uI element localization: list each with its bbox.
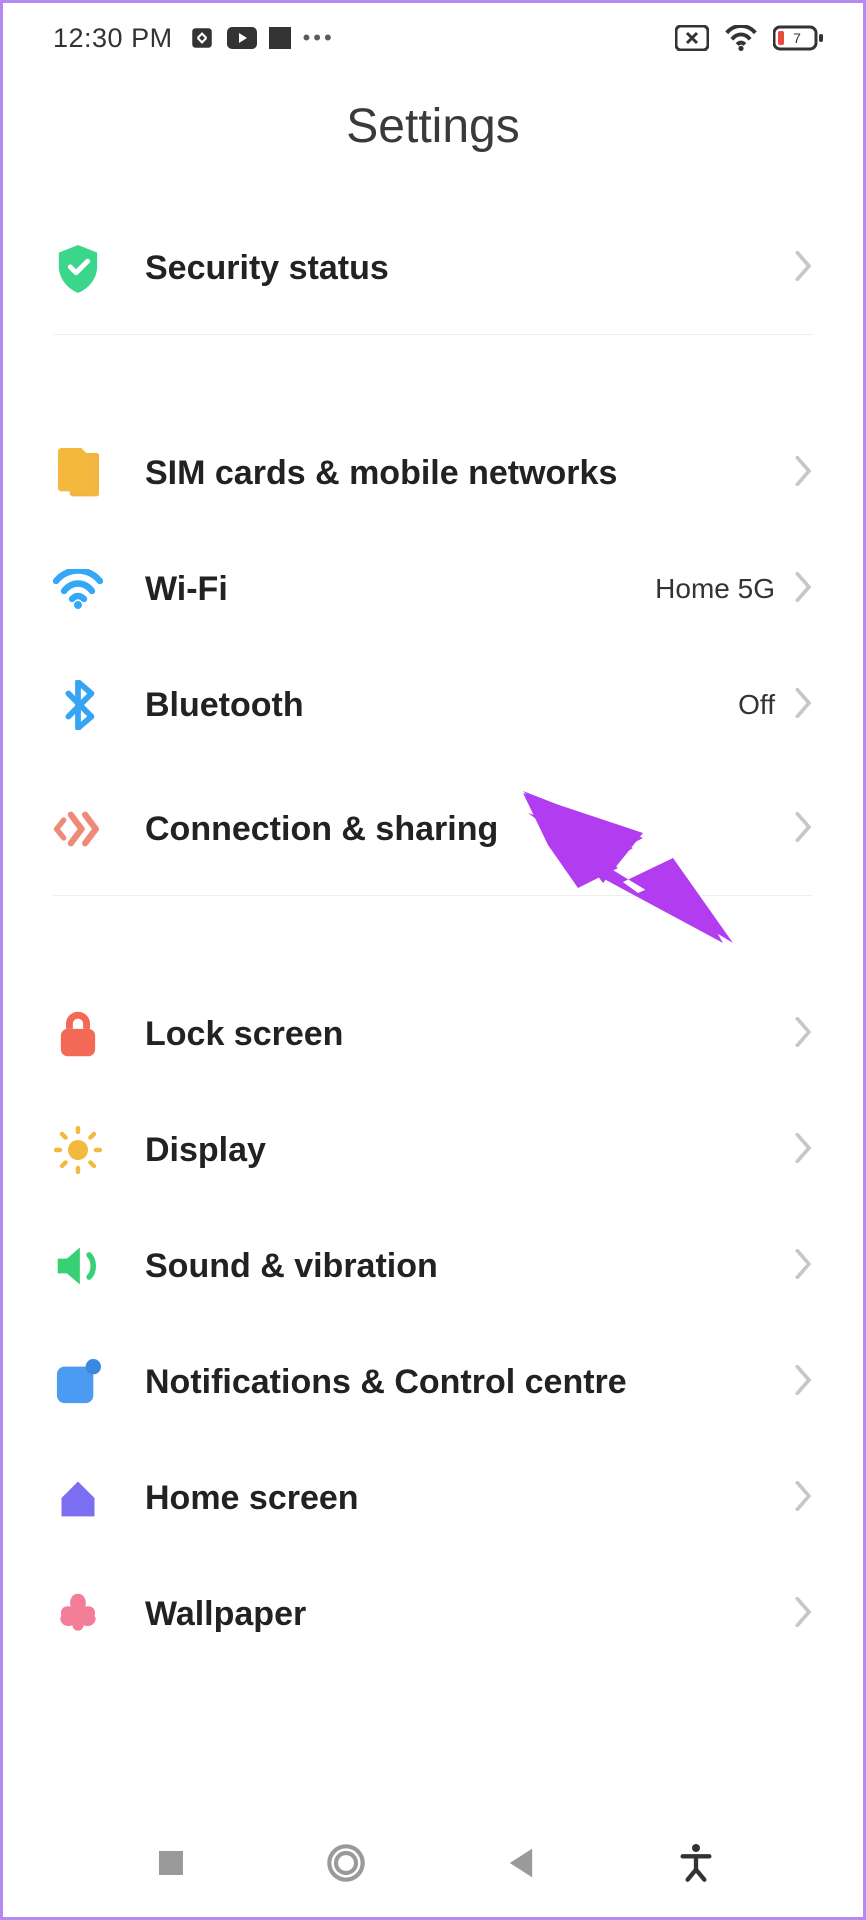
navigation-bar bbox=[3, 1823, 863, 1903]
item-label: SIM cards & mobile networks bbox=[145, 454, 795, 493]
item-sound-vibration[interactable]: Sound & vibration bbox=[3, 1208, 863, 1324]
share-icon bbox=[189, 25, 215, 51]
item-lock-screen[interactable]: Lock screen bbox=[3, 976, 863, 1092]
item-wifi[interactable]: Wi-Fi Home 5G bbox=[3, 531, 863, 647]
item-label: Bluetooth bbox=[145, 686, 738, 725]
chevron-right-icon bbox=[795, 1481, 813, 1516]
chevron-right-icon bbox=[795, 1249, 813, 1284]
item-label: Display bbox=[145, 1131, 795, 1170]
chevron-right-icon bbox=[795, 251, 813, 286]
shield-check-icon bbox=[53, 243, 103, 293]
wifi-status-icon bbox=[725, 25, 757, 51]
lock-icon bbox=[53, 1009, 103, 1059]
home-icon bbox=[53, 1473, 103, 1523]
item-home-screen[interactable]: Home screen bbox=[3, 1440, 863, 1556]
chevron-right-icon bbox=[795, 812, 813, 847]
status-bar: 12:30 PM ••• 7 bbox=[3, 3, 863, 73]
chevron-right-icon bbox=[795, 456, 813, 491]
item-label: Lock screen bbox=[145, 1015, 795, 1054]
chevron-right-icon bbox=[795, 1365, 813, 1400]
status-time: 12:30 PM bbox=[53, 23, 173, 54]
sun-icon bbox=[53, 1125, 103, 1175]
wifi-icon bbox=[53, 564, 103, 614]
item-label: Wi-Fi bbox=[145, 570, 655, 609]
item-label: Connection & sharing bbox=[145, 810, 795, 849]
chevron-right-icon bbox=[795, 1597, 813, 1632]
notifications-icon bbox=[53, 1357, 103, 1407]
chevron-right-icon bbox=[795, 572, 813, 607]
sound-icon bbox=[53, 1241, 103, 1291]
bluetooth-icon bbox=[53, 680, 103, 730]
item-connection-sharing[interactable]: Connection & sharing bbox=[3, 763, 863, 895]
chevron-right-icon bbox=[795, 1133, 813, 1168]
item-label: Home screen bbox=[145, 1479, 795, 1518]
no-sim-icon bbox=[675, 25, 709, 51]
stop-icon bbox=[269, 27, 291, 49]
screen-frame: 12:30 PM ••• 7 Settings bbox=[0, 0, 866, 1920]
connection-icon bbox=[53, 804, 103, 854]
item-label: Sound & vibration bbox=[145, 1247, 795, 1286]
nav-back-button[interactable] bbox=[491, 1833, 551, 1893]
chevron-right-icon bbox=[795, 1017, 813, 1052]
item-security-status[interactable]: Security status bbox=[3, 202, 863, 334]
page-title: Settings bbox=[3, 99, 863, 154]
flower-icon bbox=[53, 1589, 103, 1639]
sim-icon bbox=[53, 448, 103, 498]
nav-accessibility-button[interactable] bbox=[666, 1833, 726, 1893]
nav-home-button[interactable] bbox=[316, 1833, 376, 1893]
item-wallpaper[interactable]: Wallpaper bbox=[3, 1556, 863, 1672]
nav-recent-button[interactable] bbox=[141, 1833, 201, 1893]
more-icon: ••• bbox=[303, 25, 335, 51]
item-label: Wallpaper bbox=[145, 1595, 795, 1634]
item-notifications[interactable]: Notifications & Control centre bbox=[3, 1324, 863, 1440]
item-label: Security status bbox=[145, 249, 795, 288]
battery-icon: 7 bbox=[773, 25, 823, 51]
chevron-right-icon bbox=[795, 688, 813, 723]
item-sim-cards[interactable]: SIM cards & mobile networks bbox=[3, 415, 863, 531]
item-bluetooth[interactable]: Bluetooth Off bbox=[3, 647, 863, 763]
item-value: Home 5G bbox=[655, 573, 775, 605]
svg-text:7: 7 bbox=[793, 30, 801, 46]
item-value: Off bbox=[738, 689, 775, 721]
item-label: Notifications & Control centre bbox=[145, 1363, 795, 1402]
item-display[interactable]: Display bbox=[3, 1092, 863, 1208]
youtube-icon bbox=[227, 27, 257, 49]
